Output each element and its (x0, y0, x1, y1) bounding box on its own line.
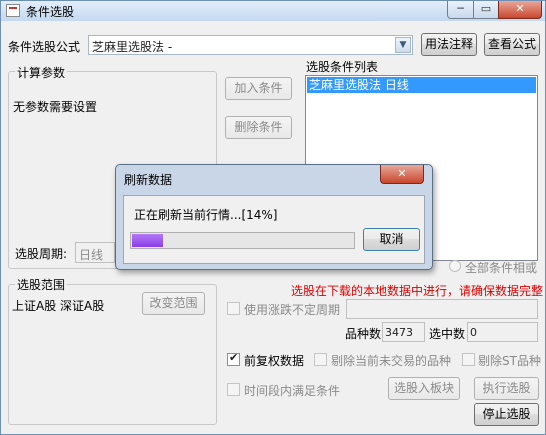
change-range-button[interactable]: 改变范围 (142, 292, 205, 315)
progress-fill (132, 234, 163, 247)
no-params-text: 无参数需要设置 (13, 100, 98, 114)
window-title: 条件选股 (26, 5, 75, 19)
selected-count-label: 选中数 (429, 327, 466, 341)
period-select[interactable]: 日线 (75, 242, 115, 263)
period-label: 选股周期: (15, 247, 68, 261)
dialog-close-button[interactable]: ✕ (380, 165, 424, 184)
all-conditions-or-label: 全部条件相或 (465, 261, 538, 275)
formula-select[interactable]: 芝麻里选股法 - ▼ (88, 35, 413, 55)
help-button[interactable]: 用法注释 (421, 33, 477, 56)
cancel-button[interactable]: 取消 (363, 228, 420, 251)
delete-condition-button[interactable]: 删除条件 (225, 116, 292, 139)
add-to-block-button[interactable]: 选股入板块 (388, 377, 460, 400)
variable-period-label: 使用涨跌不定周期 (244, 303, 341, 317)
variable-period-field[interactable] (346, 299, 538, 319)
exclude-st-checkbox[interactable] (462, 353, 475, 366)
count-field: 3473 (382, 322, 425, 342)
selected-count-value: 0 (470, 326, 477, 339)
count-value: 3473 (385, 326, 413, 339)
variable-period-checkbox[interactable] (227, 302, 240, 315)
formula-label: 条件选股公式 (8, 40, 81, 54)
minimize-button[interactable]: ─ (447, 1, 474, 19)
time-range-label: 时间段内满足条件 (244, 384, 341, 398)
range-group-label: 选股范围 (15, 276, 68, 293)
add-condition-button[interactable]: 加入条件 (225, 77, 292, 100)
count-label: 品种数 (345, 327, 382, 341)
stop-screening-button[interactable]: 停止选股 (474, 403, 539, 426)
refresh-status-text: 正在刷新当前行情...[14%] (134, 208, 278, 222)
list-item[interactable]: 芝麻里选股法 日线 (307, 77, 536, 93)
period-value: 日线 (79, 248, 104, 262)
selected-count-field: 0 (467, 322, 538, 342)
exclude-untraded-checkbox[interactable] (314, 353, 327, 366)
time-range-checkbox[interactable] (227, 383, 240, 396)
all-conditions-or-radio[interactable] (449, 260, 461, 272)
range-value: 上证A股 深证A股 (12, 299, 105, 313)
title-bar[interactable]: 条件选股 ─ ▭ ✕ (1, 1, 545, 21)
view-formula-button[interactable]: 查看公式 (484, 33, 540, 56)
chevron-down-icon[interactable]: ▼ (395, 37, 411, 53)
exclude-untraded-label: 剔除当前未交易的品种 (331, 354, 452, 368)
local-data-warning: 选股在下载的本地数据中进行，请确保数据完整 (291, 284, 544, 298)
dialog-body: 正在刷新当前行情...[14%] 取消 (123, 195, 425, 264)
exclude-st-label: 剔除ST品种 (478, 354, 541, 368)
formula-selected-value: 芝麻里选股法 - (92, 40, 173, 54)
refresh-data-dialog: 刷新数据 ✕ 正在刷新当前行情...[14%] 取消 (115, 164, 433, 270)
refresh-progress-bar (130, 232, 355, 249)
adjusted-data-label: 前复权数据 (244, 354, 305, 368)
conditions-list-label: 选股条件列表 (306, 60, 379, 74)
stock-screener-window: 条件选股 ─ ▭ ✕ 条件选股公式 芝麻里选股法 - ▼ 用法注释 查看公式 计… (0, 0, 546, 435)
dialog-title: 刷新数据 (124, 173, 173, 187)
app-icon (6, 4, 20, 17)
close-button[interactable]: ✕ (498, 1, 542, 19)
adjusted-data-checkbox[interactable] (227, 351, 240, 366)
maximize-button[interactable]: ▭ (473, 1, 499, 19)
params-group-label: 计算参数 (15, 64, 68, 81)
execute-screening-button[interactable]: 执行选股 (474, 377, 539, 400)
